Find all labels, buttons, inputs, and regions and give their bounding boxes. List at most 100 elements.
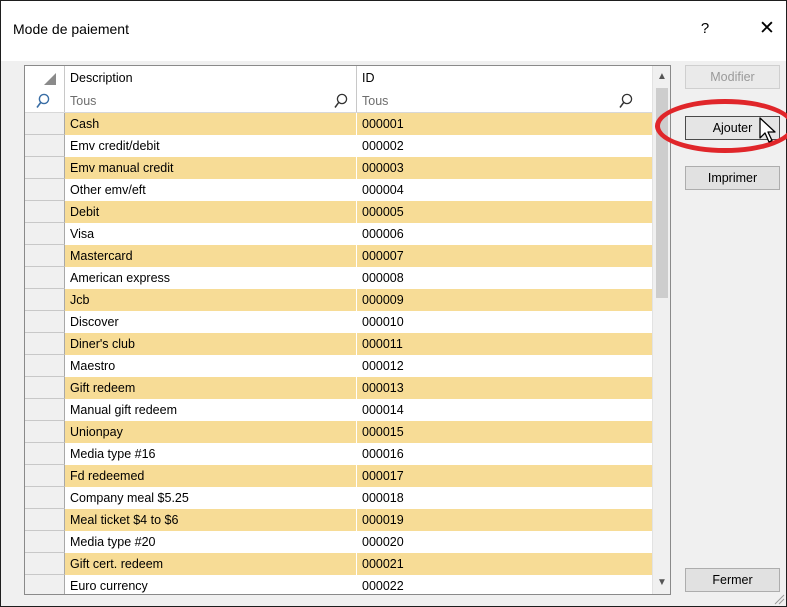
table-row[interactable]: Media type #16 000016 (25, 443, 652, 465)
cell-id[interactable]: 000014 (357, 399, 652, 421)
table-row[interactable]: Emv credit/debit 000002 (25, 135, 652, 157)
table-row[interactable]: Cash 000001 (25, 113, 652, 135)
table-row[interactable]: Jcb 000009 (25, 289, 652, 311)
table-row[interactable]: Gift redeem 000013 (25, 377, 652, 399)
scroll-up-button[interactable]: ▲ (653, 68, 670, 86)
filter-id[interactable]: Tous (357, 90, 652, 112)
table-row[interactable]: Manual gift redeem 000014 (25, 399, 652, 421)
select-all-corner[interactable] (25, 66, 65, 90)
row-selector[interactable] (25, 355, 65, 377)
cell-description[interactable]: Discover (65, 311, 357, 333)
cell-description[interactable]: Fd redeemed (65, 465, 357, 487)
cell-description[interactable]: Media type #16 (65, 443, 357, 465)
cell-description[interactable]: Debit (65, 201, 357, 223)
cell-id[interactable]: 000008 (357, 267, 652, 289)
cell-description[interactable]: Media type #20 (65, 531, 357, 553)
window-close-button[interactable]: ✕ (755, 15, 779, 43)
row-selector[interactable] (25, 399, 65, 421)
row-selector[interactable] (25, 421, 65, 443)
table-row[interactable]: Maestro 000012 (25, 355, 652, 377)
cell-id[interactable]: 000010 (357, 311, 652, 333)
cell-description[interactable]: Euro currency (65, 575, 357, 594)
cell-id[interactable]: 000005 (357, 201, 652, 223)
cell-description[interactable]: Jcb (65, 289, 357, 311)
cell-id[interactable]: 000009 (357, 289, 652, 311)
row-selector[interactable] (25, 245, 65, 267)
cell-id[interactable]: 000004 (357, 179, 652, 201)
cell-description[interactable]: Gift redeem (65, 377, 357, 399)
cell-description[interactable]: American express (65, 267, 357, 289)
cell-description[interactable]: Maestro (65, 355, 357, 377)
row-selector[interactable] (25, 113, 65, 135)
table-row[interactable]: Diner's club 000011 (25, 333, 652, 355)
row-selector[interactable] (25, 443, 65, 465)
cell-id[interactable]: 000001 (357, 113, 652, 135)
cell-id[interactable]: 000007 (357, 245, 652, 267)
table-row[interactable]: Visa 000006 (25, 223, 652, 245)
table-row[interactable]: Meal ticket $4 to $6 000019 (25, 509, 652, 531)
cell-description[interactable]: Meal ticket $4 to $6 (65, 509, 357, 531)
column-header-id[interactable]: ID (357, 66, 652, 90)
cell-description[interactable]: Visa (65, 223, 357, 245)
cell-id[interactable]: 000013 (357, 377, 652, 399)
cell-description[interactable]: Mastercard (65, 245, 357, 267)
table-row[interactable]: Fd redeemed 000017 (25, 465, 652, 487)
table-row[interactable]: American express 000008 (25, 267, 652, 289)
resize-grip-icon[interactable] (773, 593, 785, 605)
table-row[interactable]: Euro currency 000022 (25, 575, 652, 594)
modify-button[interactable]: Modifier (685, 65, 780, 89)
cell-id[interactable]: 000002 (357, 135, 652, 157)
cell-id[interactable]: 000019 (357, 509, 652, 531)
table-row[interactable]: Mastercard 000007 (25, 245, 652, 267)
table-row[interactable]: Gift cert. redeem 000021 (25, 553, 652, 575)
print-button[interactable]: Imprimer (685, 166, 780, 190)
cell-id[interactable]: 000012 (357, 355, 652, 377)
table-row[interactable]: Unionpay 000015 (25, 421, 652, 443)
cell-description[interactable]: Emv credit/debit (65, 135, 357, 157)
row-selector[interactable] (25, 553, 65, 575)
row-selector[interactable] (25, 465, 65, 487)
cell-id[interactable]: 000022 (357, 575, 652, 594)
cell-description[interactable]: Diner's club (65, 333, 357, 355)
cell-id[interactable]: 000018 (357, 487, 652, 509)
cell-id[interactable]: 000006 (357, 223, 652, 245)
row-selector[interactable] (25, 267, 65, 289)
row-selector[interactable] (25, 223, 65, 245)
row-selector[interactable] (25, 289, 65, 311)
row-selector[interactable] (25, 157, 65, 179)
payment-mode-grid[interactable]: Description ID Tous Tous Cash 000001 Emv… (24, 65, 671, 595)
table-row[interactable]: Discover 000010 (25, 311, 652, 333)
cell-id[interactable]: 000020 (357, 531, 652, 553)
cell-description[interactable]: Unionpay (65, 421, 357, 443)
row-selector[interactable] (25, 201, 65, 223)
table-row[interactable]: Emv manual credit 000003 (25, 157, 652, 179)
row-selector[interactable] (25, 531, 65, 553)
filter-search-icon[interactable] (619, 93, 633, 109)
row-selector[interactable] (25, 333, 65, 355)
cell-id[interactable]: 000011 (357, 333, 652, 355)
scroll-down-button[interactable]: ▼ (653, 574, 670, 592)
row-selector[interactable] (25, 179, 65, 201)
filter-description[interactable]: Tous (65, 90, 357, 112)
column-header-description[interactable]: Description (65, 66, 357, 90)
table-row[interactable]: Other emv/eft 000004 (25, 179, 652, 201)
cell-description[interactable]: Company meal $5.25 (65, 487, 357, 509)
cell-description[interactable]: Emv manual credit (65, 157, 357, 179)
cell-description[interactable]: Cash (65, 113, 357, 135)
vertical-scrollbar[interactable]: ▲ ▼ (652, 66, 670, 594)
cell-id[interactable]: 000021 (357, 553, 652, 575)
cell-description[interactable]: Manual gift redeem (65, 399, 357, 421)
cell-id[interactable]: 000003 (357, 157, 652, 179)
table-row[interactable]: Company meal $5.25 000018 (25, 487, 652, 509)
cell-id[interactable]: 000015 (357, 421, 652, 443)
filter-search-icon[interactable] (334, 93, 348, 109)
row-selector[interactable] (25, 377, 65, 399)
table-row[interactable]: Media type #20 000020 (25, 531, 652, 553)
row-selector[interactable] (25, 575, 65, 594)
table-row[interactable]: Debit 000005 (25, 201, 652, 223)
row-selector[interactable] (25, 135, 65, 157)
close-button[interactable]: Fermer (685, 568, 780, 592)
cell-id[interactable]: 000016 (357, 443, 652, 465)
cell-description[interactable]: Other emv/eft (65, 179, 357, 201)
row-selector[interactable] (25, 487, 65, 509)
